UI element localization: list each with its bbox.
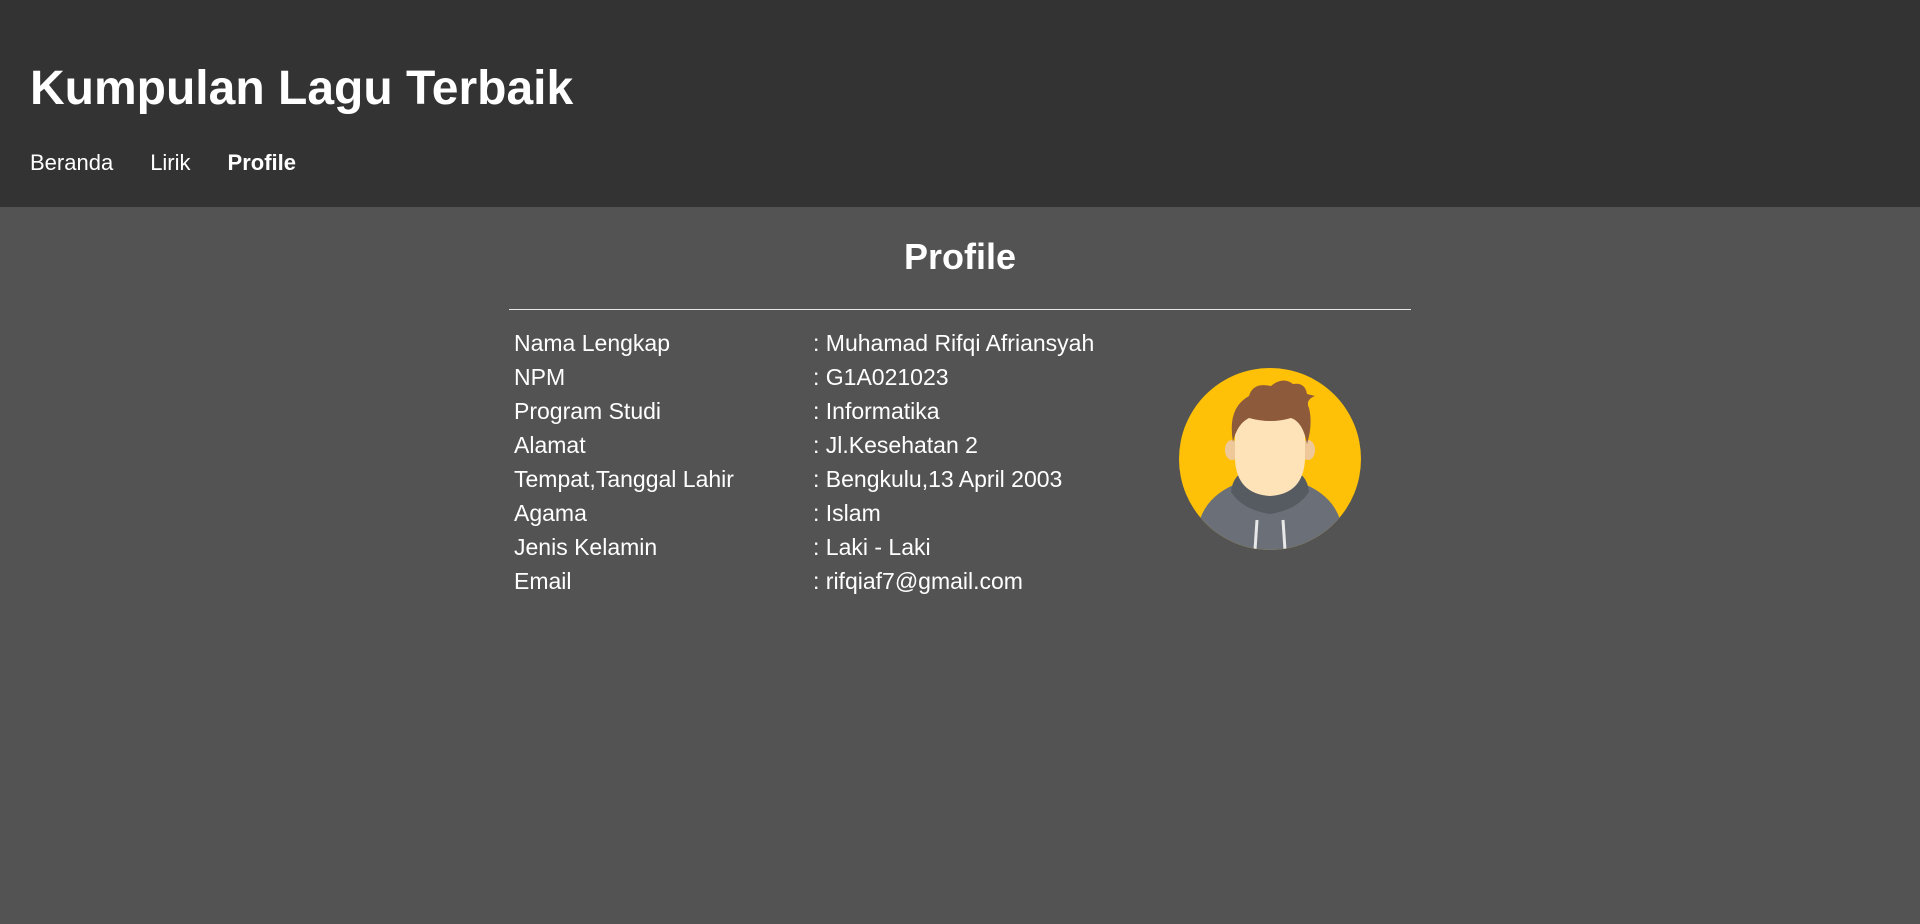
- profile-label: Jenis Kelamin: [514, 534, 658, 560]
- profile-label: Nama Lengkap: [514, 330, 670, 356]
- profile-value: : G1A021023: [813, 364, 949, 390]
- profile-label: Program Studi: [514, 398, 662, 424]
- profile-row-jenis-kelamin: Jenis Kelamin : Laki - Laki: [514, 530, 1094, 564]
- profile-row-agama: Agama : Islam: [514, 496, 1094, 530]
- profile-label: NPM: [514, 364, 566, 390]
- profile-value: : Jl.Kesehatan 2: [813, 432, 978, 458]
- profile-value: : Informatika: [813, 398, 940, 424]
- divider: [509, 309, 1411, 310]
- profile-value: : Laki - Laki: [813, 534, 931, 560]
- profile-row-tempat-tanggal-lahir: Tempat,Tanggal Lahir : Bengkulu,13 April…: [514, 462, 1094, 496]
- profile-value: : Muhamad Rifqi Afriansyah: [813, 330, 1095, 356]
- profile-row-program-studi: Program Studi : Informatika: [514, 394, 1094, 428]
- nav-link-profile[interactable]: Profile: [228, 150, 296, 176]
- user-avatar-icon: [1179, 368, 1361, 550]
- profile-label: Agama: [514, 500, 587, 526]
- profile-label: Tempat,Tanggal Lahir: [514, 466, 734, 492]
- profile-label: Email: [514, 568, 572, 594]
- profile-table: Nama Lengkap : Muhamad Rifqi Afriansyah …: [514, 326, 1094, 598]
- page-title: Profile: [903, 236, 1017, 277]
- profile-value: : Bengkulu,13 April 2003: [813, 466, 1063, 492]
- profile-row-npm: NPM : G1A021023: [514, 360, 1094, 394]
- profile-value: : Islam: [813, 500, 881, 526]
- profile-row-alamat: Alamat : Jl.Kesehatan 2: [514, 428, 1094, 462]
- main-nav: Beranda Lirik Profile: [30, 150, 296, 176]
- profile-row-nama-lengkap: Nama Lengkap : Muhamad Rifqi Afriansyah: [514, 326, 1094, 360]
- nav-link-beranda[interactable]: Beranda: [30, 150, 113, 176]
- site-title: Kumpulan Lagu Terbaik: [30, 62, 574, 115]
- profile-label: Alamat: [514, 432, 586, 458]
- nav-link-lirik[interactable]: Lirik: [150, 150, 190, 176]
- profile-value: : rifqiaf7@gmail.com: [813, 568, 1023, 594]
- site-header: Kumpulan Lagu Terbaik Beranda Lirik Prof…: [0, 0, 1920, 207]
- profile-row-email: Email : rifqiaf7@gmail.com: [514, 564, 1094, 598]
